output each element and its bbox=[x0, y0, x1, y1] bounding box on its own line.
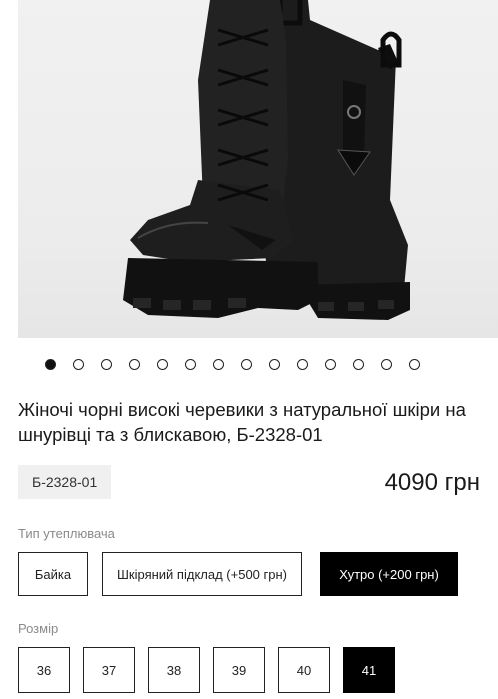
insulation-option-leather-lining[interactable]: Шкіряний підклад (+500 грн) bbox=[102, 552, 302, 596]
gallery-dot[interactable] bbox=[325, 359, 336, 370]
gallery-dot[interactable] bbox=[157, 359, 168, 370]
size-option-39[interactable]: 39 bbox=[213, 647, 265, 693]
size-option-38[interactable]: 38 bbox=[148, 647, 200, 693]
product-price: 4090 грн bbox=[384, 469, 480, 496]
gallery-dot[interactable] bbox=[241, 359, 252, 370]
product-title: Жіночі чорні високі черевики з натуральн… bbox=[18, 399, 466, 445]
size-option-40[interactable]: 40 bbox=[278, 647, 330, 693]
size-option-36[interactable]: 36 bbox=[18, 647, 70, 693]
gallery-dot[interactable] bbox=[409, 359, 420, 370]
gallery-dot[interactable] bbox=[269, 359, 280, 370]
size-option-41[interactable]: 41 bbox=[343, 647, 395, 693]
gallery-dot[interactable] bbox=[297, 359, 308, 370]
boots-illustration bbox=[123, 0, 410, 320]
insulation-option-bayka[interactable]: Байка bbox=[18, 552, 88, 596]
size-options: 36 37 38 39 40 41 bbox=[18, 647, 395, 693]
product-image[interactable] bbox=[18, 0, 498, 338]
insulation-label: Тип утеплювача bbox=[18, 526, 115, 541]
gallery-dot[interactable] bbox=[45, 359, 56, 370]
size-label: Розмір bbox=[18, 621, 59, 636]
gallery-dot[interactable] bbox=[213, 359, 224, 370]
insulation-options: Байка Шкіряний підклад (+500 грн) Хутро … bbox=[18, 552, 458, 596]
gallery-dot[interactable] bbox=[185, 359, 196, 370]
insulation-option-fur[interactable]: Хутро (+200 грн) bbox=[320, 552, 458, 596]
sku-badge: Б-2328-01 bbox=[18, 465, 112, 499]
gallery-dot[interactable] bbox=[129, 359, 140, 370]
gallery-dot[interactable] bbox=[353, 359, 364, 370]
gallery-dot[interactable] bbox=[381, 359, 392, 370]
size-option-37[interactable]: 37 bbox=[83, 647, 135, 693]
gallery-dot[interactable] bbox=[73, 359, 84, 370]
gallery-dot[interactable] bbox=[101, 359, 112, 370]
gallery-pagination bbox=[45, 359, 420, 373]
